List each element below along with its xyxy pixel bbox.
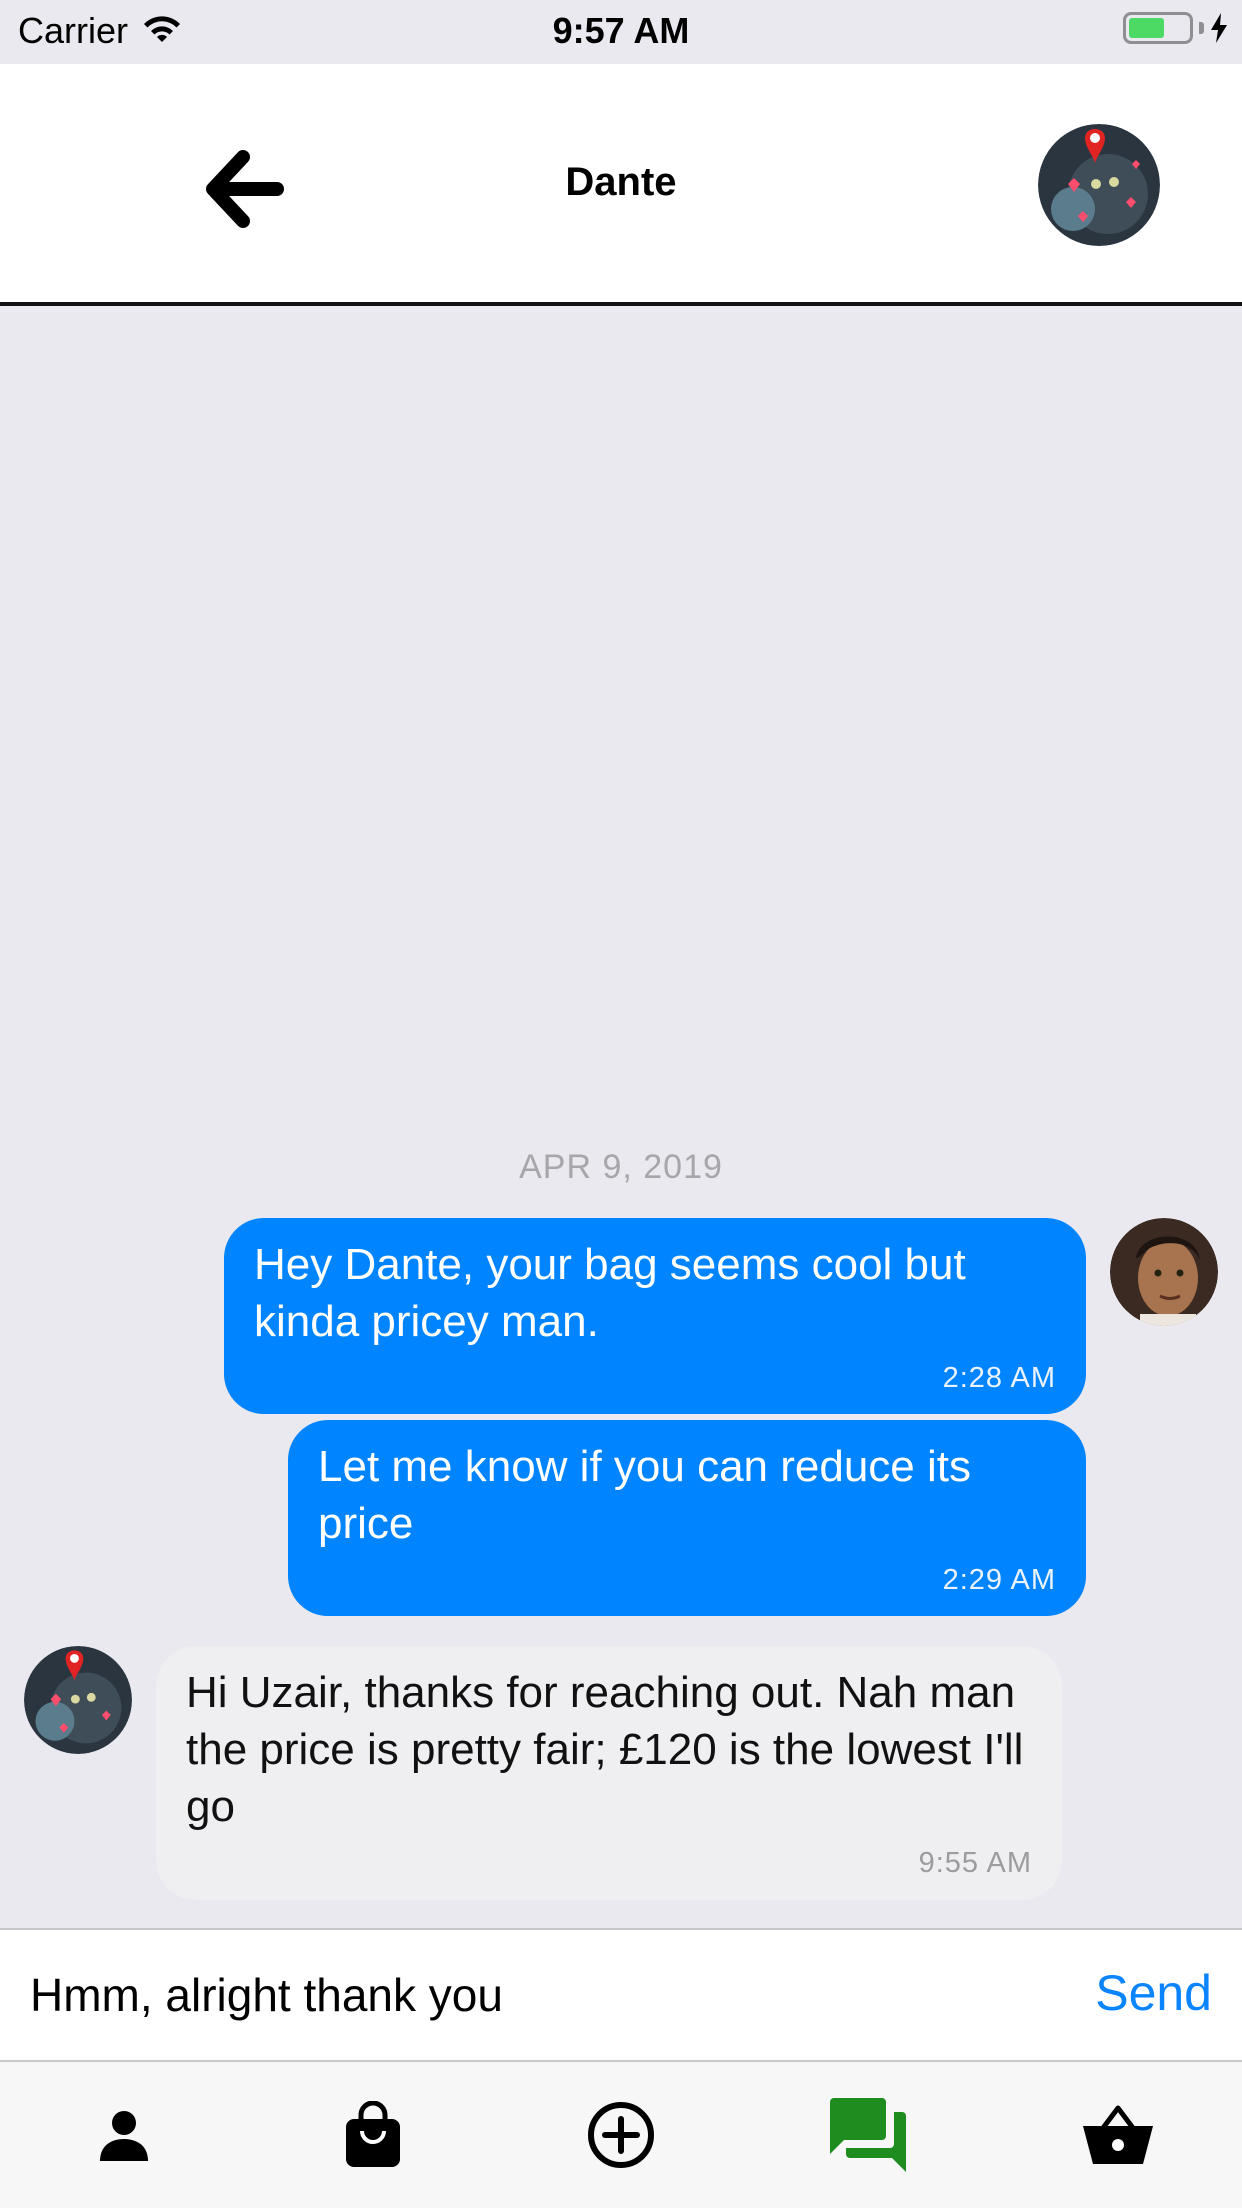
- tab-chats[interactable]: [745, 2062, 993, 2208]
- battery-icon: [1123, 12, 1193, 44]
- dante-avatar[interactable]: [1038, 124, 1160, 246]
- dante-message-avatar[interactable]: [24, 1646, 132, 1754]
- message-time: 9:55 AM: [918, 1847, 1032, 1879]
- message-text: Hi Uzair, thanks for reaching out. Nah m…: [186, 1668, 1024, 1831]
- chat-icon: [830, 2098, 907, 2172]
- message-time: 2:28 AM: [942, 1362, 1056, 1394]
- nav-bar: Dante: [0, 64, 1242, 306]
- tab-profile[interactable]: [0, 2062, 248, 2208]
- charging-bolt-icon: [1211, 13, 1227, 43]
- status-bar: Carrier 9:57 AM: [0, 0, 1242, 64]
- message-text: Hey Dante, your bag seems cool but kinda…: [254, 1240, 966, 1346]
- tab-shop[interactable]: [248, 2062, 496, 2208]
- message-composer: Send: [0, 1928, 1242, 2062]
- tab-bar: [0, 2062, 1242, 2208]
- add-circle-icon: [588, 2102, 655, 2168]
- message-input[interactable]: [30, 1960, 1030, 2030]
- send-button[interactable]: Send: [1095, 1964, 1212, 2022]
- tab-add[interactable]: [497, 2062, 745, 2208]
- status-time: 9:57 AM: [552, 10, 690, 51]
- date-separator: APR 9, 2019: [519, 1148, 723, 1186]
- message-bubble-outgoing[interactable]: Hey Dante, your bag seems cool but kinda…: [224, 1218, 1086, 1414]
- message-bubble-incoming[interactable]: Hi Uzair, thanks for reaching out. Nah m…: [156, 1646, 1062, 1900]
- message-bubble-outgoing[interactable]: Let me know if you can reduce its price …: [288, 1420, 1086, 1616]
- chat-thread[interactable]: APR 9, 2019 Hey Dante, your bag seems co…: [0, 306, 1242, 1928]
- battery-indicator: [1123, 12, 1228, 44]
- profile-icon: [100, 2111, 149, 2161]
- shopping-bag-icon: [345, 2101, 400, 2167]
- tab-basket[interactable]: [994, 2062, 1242, 2208]
- message-text: Let me know if you can reduce its price: [318, 1442, 971, 1548]
- basket-icon: [1082, 2105, 1153, 2164]
- my-avatar[interactable]: [1110, 1218, 1218, 1326]
- message-time: 2:29 AM: [942, 1564, 1056, 1596]
